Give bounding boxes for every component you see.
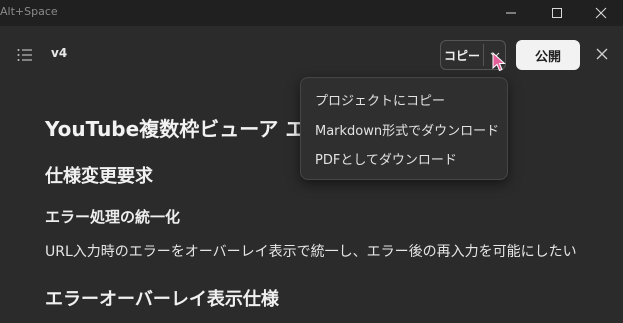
copy-button[interactable]: コピー	[441, 41, 483, 69]
maximize-icon	[552, 8, 562, 18]
minimize-button[interactable]	[489, 0, 533, 26]
close-artifact-button[interactable]	[594, 46, 610, 62]
window-title: Alt+Space	[0, 5, 58, 18]
heading-error-overlay: エラーオーバーレイ表示仕様	[45, 289, 279, 310]
heading-error-handling: エラー処理の統一化	[45, 208, 181, 226]
minimize-icon	[506, 12, 516, 14]
menu-item-download-markdown[interactable]: Markdown形式でダウンロード	[315, 120, 499, 139]
window-titlebar: Alt+Space	[0, 0, 623, 26]
window-close-button[interactable]	[579, 0, 623, 26]
list-icon	[17, 49, 32, 61]
document-title: YouTube複数枠ビューア エ	[45, 117, 306, 141]
menu-item-copy-to-project[interactable]: プロジェクトにコピー	[315, 90, 445, 109]
publish-button[interactable]: 公開	[516, 40, 580, 70]
artifact-toolbar: v4 コピー 公開	[0, 26, 623, 84]
paragraph-url-error: URL入力時のエラーをオーバーレイ表示で統一し、エラー後の再入力を可能にしたい	[45, 244, 577, 260]
version-label: v4	[51, 46, 68, 60]
close-icon	[596, 48, 608, 60]
list-toggle-button[interactable]	[17, 47, 33, 61]
maximize-button[interactable]	[535, 0, 579, 26]
menu-item-download-pdf[interactable]: PDFとしてダウンロード	[315, 149, 457, 168]
cursor-icon	[492, 52, 506, 72]
close-icon	[595, 7, 607, 19]
heading-spec-change: 仕様変更要求	[45, 166, 153, 187]
copy-dropdown-menu: プロジェクトにコピー Markdown形式でダウンロード PDFとしてダウンロー…	[300, 77, 508, 180]
